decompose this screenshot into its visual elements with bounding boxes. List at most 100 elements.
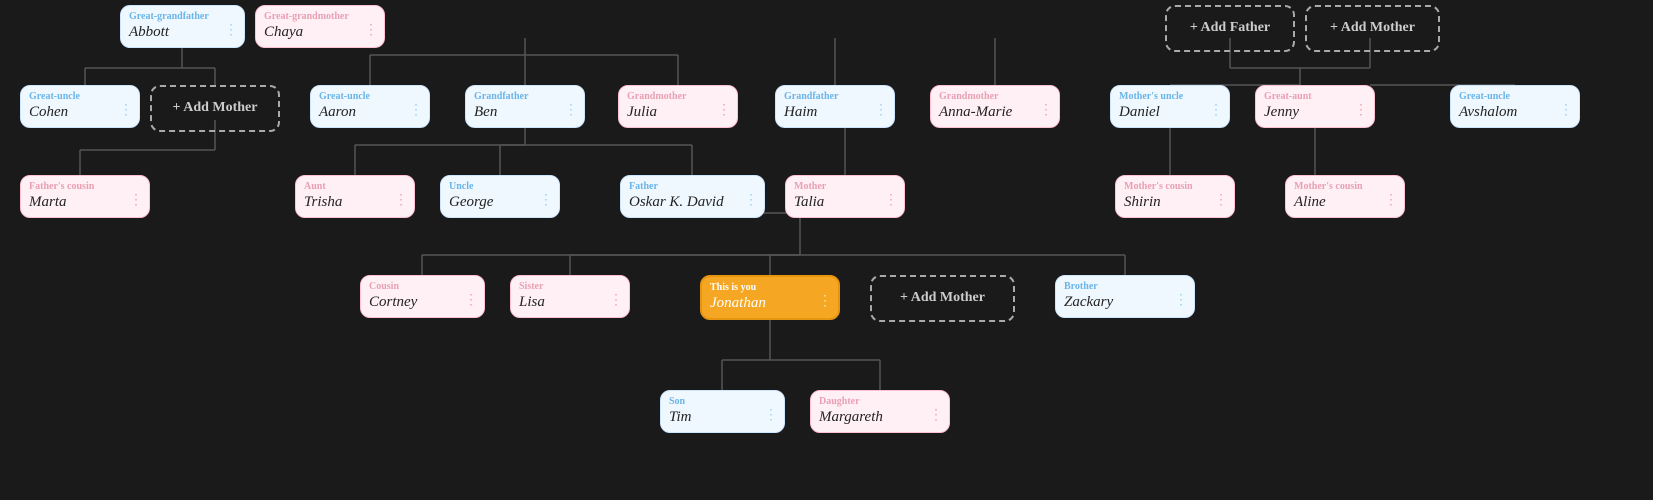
node-dots-so1[interactable]: ⋮ bbox=[764, 407, 779, 424]
node-fa1[interactable]: Father Oskar K. David⋮ bbox=[620, 175, 765, 218]
node-addmother[interactable]: + Add Mother bbox=[870, 275, 1015, 322]
node-au1[interactable]: Aunt Trisha⋮ bbox=[295, 175, 415, 218]
node-dots-gu2[interactable]: ⋮ bbox=[409, 102, 424, 119]
node-gm2[interactable]: Grandmother Anna-Marie⋮ bbox=[930, 85, 1060, 128]
node-dots-ga1[interactable]: ⋮ bbox=[1354, 102, 1369, 119]
node-name-gu2: Aaron bbox=[319, 104, 421, 121]
node-label-mc2: Mother's cousin bbox=[1294, 181, 1396, 192]
node-name-si1: Lisa bbox=[519, 294, 621, 311]
node-name-br1: Zackary bbox=[1064, 294, 1186, 311]
node-name-fc1: Marta bbox=[29, 194, 141, 211]
node-gu1[interactable]: Great-uncleCohen⋮ bbox=[20, 85, 140, 128]
node-add-label-addmother_gu: + Add Mother bbox=[160, 92, 270, 124]
node-fc1[interactable]: Father's cousin Marta⋮ bbox=[20, 175, 150, 218]
node-mc2[interactable]: Mother's cousin Aline⋮ bbox=[1285, 175, 1405, 218]
node-name-co1: Cortney bbox=[369, 294, 476, 311]
node-label-da1: Daughter bbox=[819, 396, 941, 407]
node-mc1[interactable]: Mother's cousin Shirin⋮ bbox=[1115, 175, 1235, 218]
node-dots-ggf1[interactable]: ⋮ bbox=[224, 22, 239, 39]
node-gu3[interactable]: Great-uncleAvshalom⋮ bbox=[1450, 85, 1580, 128]
node-gf1[interactable]: Grandfather Ben⋮ bbox=[465, 85, 585, 128]
node-label-fc1: Father's cousin bbox=[29, 181, 141, 192]
node-dots-mc2[interactable]: ⋮ bbox=[1384, 192, 1399, 209]
node-dots-un1[interactable]: ⋮ bbox=[539, 192, 554, 209]
node-self[interactable]: This is you Jonathan⋮ bbox=[700, 275, 840, 320]
node-name-mc1: Shirin bbox=[1124, 194, 1226, 211]
node-dots-mo1[interactable]: ⋮ bbox=[884, 192, 899, 209]
node-ga1[interactable]: Great-aunt Jenny⋮ bbox=[1255, 85, 1375, 128]
node-name-self: Jonathan bbox=[710, 295, 830, 312]
node-name-gu1: Cohen bbox=[29, 104, 131, 121]
node-dots-mc1[interactable]: ⋮ bbox=[1214, 192, 1229, 209]
node-dots-gf1[interactable]: ⋮ bbox=[564, 102, 579, 119]
node-name-ggm1: Chaya bbox=[264, 24, 376, 41]
node-add-label-addmother_top: + Add Mother bbox=[1315, 12, 1430, 44]
node-name-gm1: Julia bbox=[627, 104, 729, 121]
node-dots-mu1[interactable]: ⋮ bbox=[1209, 102, 1224, 119]
node-name-mu1: Daniel bbox=[1119, 104, 1221, 121]
node-addmother_top[interactable]: + Add Mother bbox=[1305, 5, 1440, 52]
node-name-gf2: Haim bbox=[784, 104, 886, 121]
node-dots-self[interactable]: ⋮ bbox=[818, 293, 833, 310]
node-name-mc2: Aline bbox=[1294, 194, 1396, 211]
node-name-fa1: Oskar K. David bbox=[629, 194, 756, 211]
node-mo1[interactable]: MotherTalia⋮ bbox=[785, 175, 905, 218]
node-dots-ggm1[interactable]: ⋮ bbox=[364, 22, 379, 39]
node-name-ggf1: Abbott bbox=[129, 24, 236, 41]
node-add-label-addfather_top: + Add Father bbox=[1175, 12, 1285, 44]
node-label-gm1: Grandmother bbox=[627, 91, 729, 102]
node-dots-gm2[interactable]: ⋮ bbox=[1039, 102, 1054, 119]
node-dots-gu3[interactable]: ⋮ bbox=[1559, 102, 1574, 119]
node-dots-gu1[interactable]: ⋮ bbox=[119, 102, 134, 119]
node-dots-au1[interactable]: ⋮ bbox=[394, 192, 409, 209]
node-label-au1: Aunt bbox=[304, 181, 406, 192]
node-label-gf2: Grandfather bbox=[784, 91, 886, 102]
node-label-gm2: Grandmother bbox=[939, 91, 1051, 102]
node-name-mo1: Talia bbox=[794, 194, 896, 211]
node-name-un1: George bbox=[449, 194, 551, 211]
node-label-so1: Son bbox=[669, 396, 776, 407]
node-dots-fa1[interactable]: ⋮ bbox=[744, 192, 759, 209]
node-dots-da1[interactable]: ⋮ bbox=[929, 407, 944, 424]
node-label-gu3: Great-uncle bbox=[1459, 91, 1571, 102]
node-mu1[interactable]: Mother's uncle Daniel⋮ bbox=[1110, 85, 1230, 128]
node-addfather_top[interactable]: + Add Father bbox=[1165, 5, 1295, 52]
node-name-gf1: Ben bbox=[474, 104, 576, 121]
node-addmother_gu[interactable]: + Add Mother bbox=[150, 85, 280, 132]
node-label-ggm1: Great-grandmother bbox=[264, 11, 376, 22]
node-name-da1: Margareth bbox=[819, 409, 941, 426]
node-label-br1: Brother bbox=[1064, 281, 1186, 292]
node-dots-gm1[interactable]: ⋮ bbox=[717, 102, 732, 119]
node-ggm1[interactable]: Great-grandmother Chaya⋮ bbox=[255, 5, 385, 48]
node-gu2[interactable]: Great-uncleAaron⋮ bbox=[310, 85, 430, 128]
node-label-self: This is you bbox=[710, 282, 830, 293]
node-da1[interactable]: Daughter Margareth⋮ bbox=[810, 390, 950, 433]
node-add-label-addmother: + Add Mother bbox=[880, 282, 1005, 314]
node-gf2[interactable]: Grandfather Haim⋮ bbox=[775, 85, 895, 128]
node-label-ga1: Great-aunt bbox=[1264, 91, 1366, 102]
node-br1[interactable]: Brother Zackary⋮ bbox=[1055, 275, 1195, 318]
node-si1[interactable]: Sister Lisa⋮ bbox=[510, 275, 630, 318]
node-dots-fc1[interactable]: ⋮ bbox=[129, 192, 144, 209]
node-label-mu1: Mother's uncle bbox=[1119, 91, 1221, 102]
node-dots-br1[interactable]: ⋮ bbox=[1174, 292, 1189, 309]
node-label-ggf1: Great-grandfather bbox=[129, 11, 236, 22]
node-ggf1[interactable]: Great-grandfather Abbott⋮ bbox=[120, 5, 245, 48]
node-name-so1: Tim bbox=[669, 409, 776, 426]
node-co1[interactable]: CousinCortney⋮ bbox=[360, 275, 485, 318]
node-dots-si1[interactable]: ⋮ bbox=[609, 292, 624, 309]
node-so1[interactable]: Son Tim⋮ bbox=[660, 390, 785, 433]
node-label-mc1: Mother's cousin bbox=[1124, 181, 1226, 192]
family-tree: Great-grandfatherAbbott⋮Great-grandmothe… bbox=[0, 0, 1653, 500]
node-label-fa1: Father bbox=[629, 181, 756, 192]
node-name-au1: Trisha bbox=[304, 194, 406, 211]
node-name-ga1: Jenny bbox=[1264, 104, 1366, 121]
node-dots-co1[interactable]: ⋮ bbox=[464, 292, 479, 309]
node-label-un1: Uncle bbox=[449, 181, 551, 192]
node-name-gm2: Anna-Marie bbox=[939, 104, 1051, 121]
node-label-gf1: Grandfather bbox=[474, 91, 576, 102]
node-un1[interactable]: Uncle George⋮ bbox=[440, 175, 560, 218]
node-label-si1: Sister bbox=[519, 281, 621, 292]
node-dots-gf2[interactable]: ⋮ bbox=[874, 102, 889, 119]
node-gm1[interactable]: Grandmother Julia⋮ bbox=[618, 85, 738, 128]
